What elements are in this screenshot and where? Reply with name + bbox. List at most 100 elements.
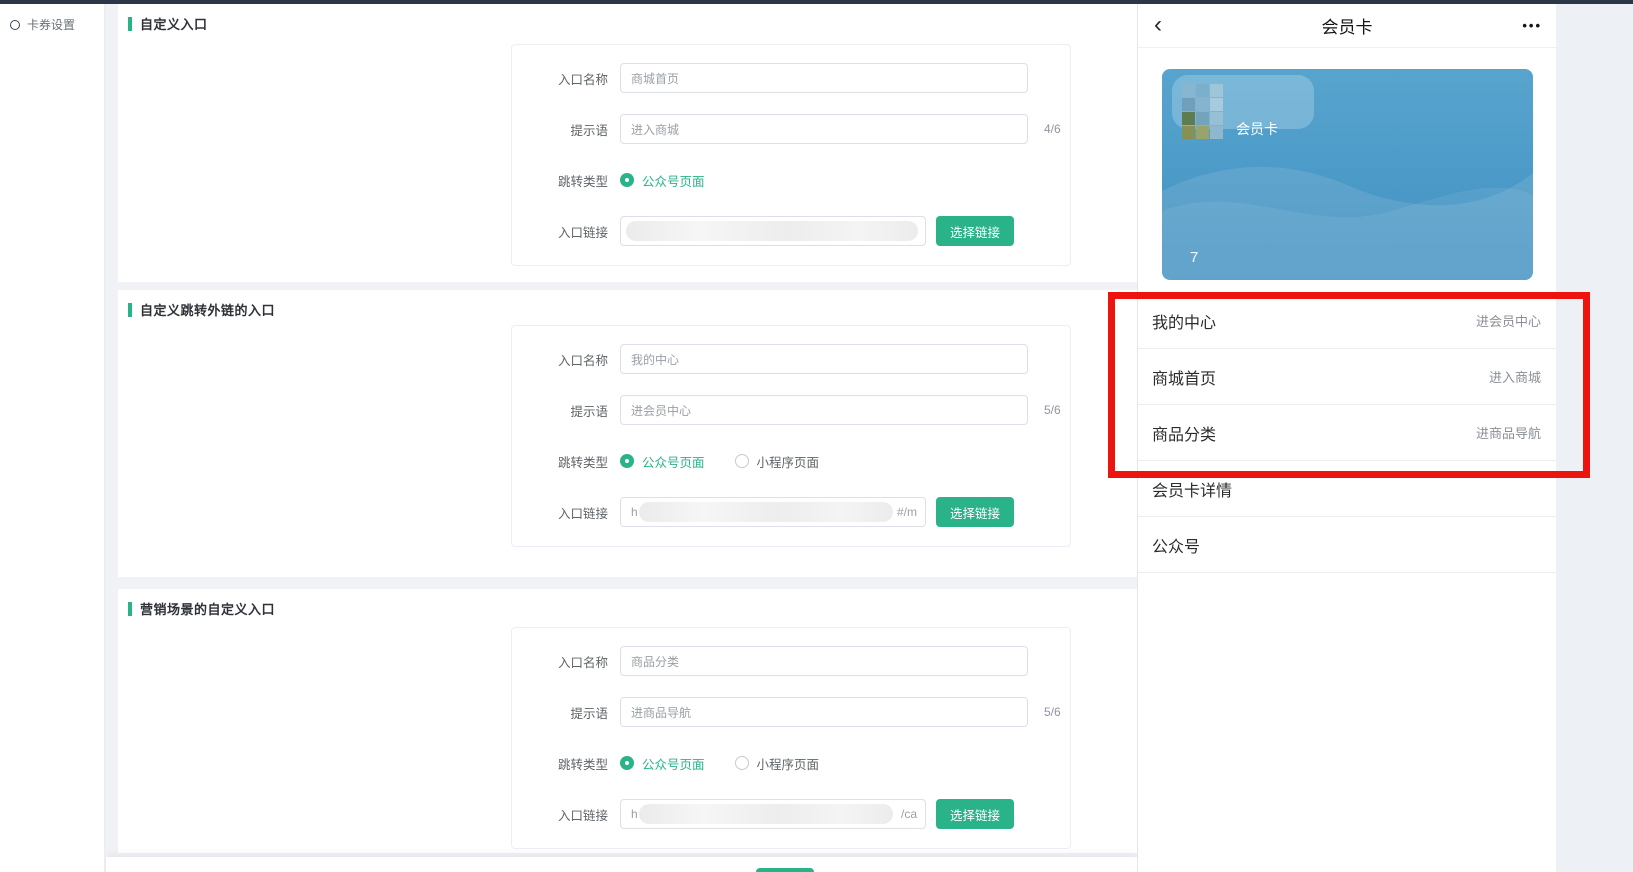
entry-link-label: 入口链接	[512, 805, 608, 824]
jump-type-label: 跳转类型	[512, 754, 608, 773]
jump-type-radio-group: 公众号页面	[620, 171, 705, 190]
list-item-official-account[interactable]: 公众号	[1138, 517, 1556, 573]
list-item-my-center[interactable]: 我的中心 进会员中心	[1138, 293, 1556, 349]
entry-link-input[interactable]: h /ca	[620, 799, 926, 829]
list-item-hint: 进会员中心	[1476, 311, 1541, 330]
radio-label: 公众号页面	[642, 171, 705, 190]
list-item-label: 我的中心	[1152, 309, 1216, 333]
entry-name-value: 我的中心	[631, 351, 679, 368]
radio-unselected-icon	[735, 454, 749, 468]
char-counter: 5/6	[1044, 705, 1061, 719]
radio-label: 小程序页面	[757, 452, 820, 471]
tip-label: 提示语	[512, 401, 608, 420]
card-wave-decoration	[1162, 69, 1533, 280]
phone-entry-list: 我的中心 进会员中心 商城首页 进入商城 商品分类 进商品导航 会员卡详情 公众…	[1138, 293, 1556, 573]
jump-type-row: 跳转类型 公众号页面	[512, 165, 1070, 195]
form-card: 入口名称 我的中心 提示语 进会员中心 5/6 跳转类型 公众号页面	[511, 325, 1071, 547]
tip-row: 提示语 进入商城 4/6	[512, 114, 1070, 144]
radio-official-account-page[interactable]: 公众号页面	[620, 754, 705, 773]
jump-type-label: 跳转类型	[512, 171, 608, 190]
entry-link-input[interactable]	[620, 216, 926, 246]
entry-name-input[interactable]: 商品分类	[620, 646, 1028, 676]
redacted-link-blur	[626, 221, 918, 241]
main-content: 自定义入口 入口名称 商城首页 提示语 进入商城 4/6 跳转类型	[106, 4, 1137, 872]
entry-name-value: 商品分类	[631, 653, 679, 670]
section-title-text: 自定义跳转外链的入口	[140, 300, 275, 319]
entry-name-label: 入口名称	[512, 69, 608, 88]
entry-link-row: 入口链接 h /ca 选择链接	[512, 799, 1070, 829]
tip-input[interactable]: 进会员中心	[620, 395, 1028, 425]
list-item-product-category[interactable]: 商品分类 进商品导航	[1138, 405, 1556, 461]
radio-label: 小程序页面	[757, 754, 820, 773]
list-item-card-detail[interactable]: 会员卡详情	[1138, 461, 1556, 517]
sidebar: 卡券设置	[0, 4, 105, 872]
entry-name-row: 入口名称 商品分类	[512, 646, 1070, 676]
link-prefix: h	[631, 505, 638, 519]
sidebar-item-label: 卡券设置	[27, 16, 75, 33]
entry-name-label: 入口名称	[512, 350, 608, 369]
jump-type-row: 跳转类型 公众号页面 小程序页面	[512, 748, 1070, 778]
form-card: 入口名称 商品分类 提示语 进商品导航 5/6 跳转类型 公众号页面	[511, 627, 1071, 849]
phone-header: ‹ 会员卡 •••	[1138, 4, 1556, 48]
tip-value: 进商品导航	[631, 704, 691, 721]
radio-label: 公众号页面	[642, 754, 705, 773]
choose-link-button[interactable]: 选择链接	[936, 799, 1014, 829]
back-icon[interactable]: ‹	[1154, 8, 1162, 42]
entry-name-input[interactable]: 商城首页	[620, 63, 1028, 93]
title-accent-bar	[128, 602, 132, 616]
list-item-label: 商品分类	[1152, 421, 1216, 445]
radio-miniprogram-page[interactable]: 小程序页面	[735, 754, 820, 773]
entry-link-row: 入口链接 选择链接	[512, 216, 1070, 246]
choose-link-button[interactable]: 选择链接	[936, 497, 1014, 527]
save-button[interactable]	[756, 868, 814, 872]
tip-row: 提示语 进商品导航 5/6	[512, 697, 1070, 727]
jump-type-radio-group: 公众号页面 小程序页面	[620, 452, 819, 471]
entry-name-value: 商城首页	[631, 70, 679, 87]
radio-official-account-page[interactable]: 公众号页面	[620, 171, 705, 190]
radio-label: 公众号页面	[642, 452, 705, 471]
entry-name-input[interactable]: 我的中心	[620, 344, 1028, 374]
section-marketing-entry: 营销场景的自定义入口 入口名称 商品分类 提示语 进商品导航 5/6 跳转类型	[118, 589, 1137, 853]
radio-official-account-page[interactable]: 公众号页面	[620, 452, 705, 471]
phone-preview-panel: ‹ 会员卡 ••• 会员卡 7 我的中心 进会员中心 商城首页 进入商城 商品分…	[1137, 4, 1556, 872]
tip-label: 提示语	[512, 120, 608, 139]
entry-link-label: 入口链接	[512, 503, 608, 522]
member-card: 会员卡 7	[1162, 69, 1533, 280]
list-item-label: 会员卡详情	[1152, 477, 1232, 501]
section-title: 自定义跳转外链的入口	[118, 290, 1137, 319]
list-item-hint: 进入商城	[1489, 367, 1541, 386]
section-external-link-entry: 自定义跳转外链的入口 入口名称 我的中心 提示语 进会员中心 5/6 跳转类型	[118, 290, 1137, 577]
entry-name-row: 入口名称 商城首页	[512, 63, 1070, 93]
entry-link-label: 入口链接	[512, 222, 608, 241]
radio-selected-icon	[620, 173, 634, 187]
jump-type-label: 跳转类型	[512, 452, 608, 471]
list-item-label: 商城首页	[1152, 365, 1216, 389]
sidebar-item-card-settings[interactable]: 卡券设置	[0, 4, 104, 33]
char-counter: 4/6	[1044, 122, 1061, 136]
entry-link-input[interactable]: h #/m	[620, 497, 926, 527]
choose-link-button[interactable]: 选择链接	[936, 216, 1014, 246]
redacted-link-blur	[639, 502, 893, 522]
footer-bar	[106, 857, 1137, 872]
radio-miniprogram-page[interactable]: 小程序页面	[735, 452, 820, 471]
entry-name-row: 入口名称 我的中心	[512, 344, 1070, 374]
entry-link-row: 入口链接 h #/m 选择链接	[512, 497, 1070, 527]
phone-page-title: 会员卡	[1322, 13, 1373, 38]
list-item-hint: 进商品导航	[1476, 423, 1541, 442]
tip-input[interactable]: 进商品导航	[620, 697, 1028, 727]
radio-icon	[10, 20, 20, 30]
redacted-link-blur	[639, 804, 893, 824]
entry-name-label: 入口名称	[512, 652, 608, 671]
card-number: 7	[1190, 249, 1198, 266]
tip-label: 提示语	[512, 703, 608, 722]
form-card: 入口名称 商城首页 提示语 进入商城 4/6 跳转类型 公众号页面	[511, 44, 1071, 266]
radio-unselected-icon	[735, 756, 749, 770]
tip-input[interactable]: 进入商城	[620, 114, 1028, 144]
more-icon[interactable]: •••	[1522, 18, 1542, 33]
section-custom-entry: 自定义入口 入口名称 商城首页 提示语 进入商城 4/6 跳转类型	[118, 4, 1137, 282]
section-title: 自定义入口	[118, 4, 1137, 33]
list-item-mall-home[interactable]: 商城首页 进入商城	[1138, 349, 1556, 405]
tip-row: 提示语 进会员中心 5/6	[512, 395, 1070, 425]
section-title-text: 营销场景的自定义入口	[140, 599, 275, 618]
title-accent-bar	[128, 17, 132, 31]
